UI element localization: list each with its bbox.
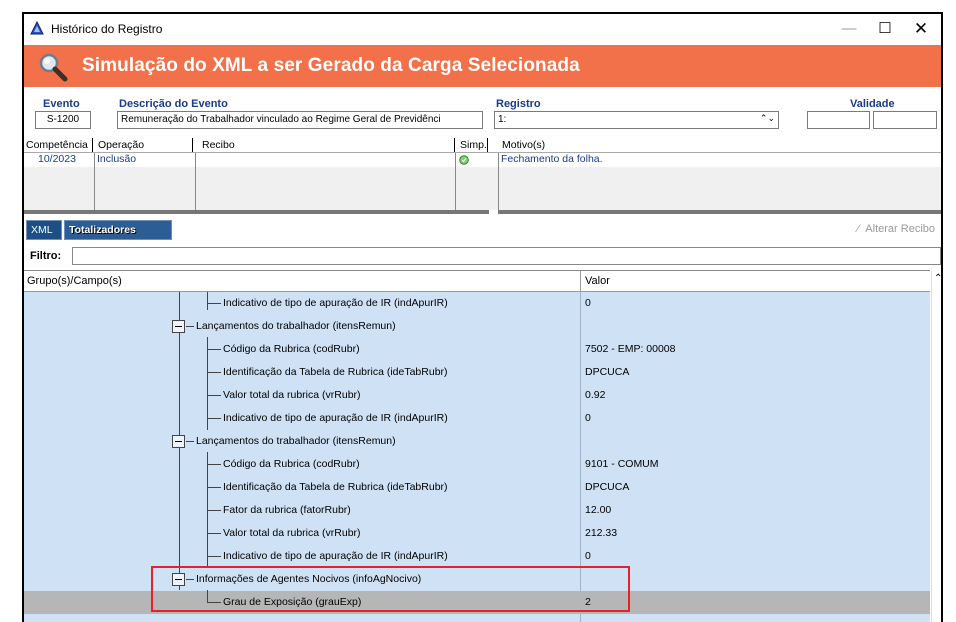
cell-operacao: Inclusão: [97, 153, 137, 165]
xml-tree: Grupo(s)/Campo(s) Valor Indicativo de ti…: [24, 270, 941, 622]
title-bar: Histórico do Registro — ☐ ✕: [24, 14, 941, 45]
tree-row[interactable]: Indicativo de tipo de apuração de IR (in…: [24, 407, 930, 430]
tree-row-label: Indicativo de tipo de apuração de IR (in…: [223, 550, 448, 562]
check-icon: [459, 155, 469, 165]
scroll-up-icon[interactable]: ⌃: [934, 273, 941, 284]
tree-row-value: 9101 - COMUM: [585, 458, 659, 470]
evento-field[interactable]: S-1200: [35, 111, 91, 129]
chevron-updown-icon: ⌃⌄: [759, 113, 775, 123]
descricao-field[interactable]: Remuneração do Trabalhador vinculado ao …: [117, 111, 483, 129]
validade-start-field[interactable]: [807, 111, 870, 129]
col-operacao[interactable]: Operação: [96, 138, 193, 152]
tree-row-value: 0: [585, 297, 591, 309]
registro-select[interactable]: 1: ⌃⌄: [494, 111, 779, 129]
history-grid-header: Competência Operação Recibo Simp. Motivo…: [24, 138, 941, 152]
tree-row-label: Código da Rubrica (codRubr): [223, 458, 360, 470]
registro-label: Registro: [496, 98, 541, 110]
tree-row-value: 7502 - EMP: 00008: [585, 343, 676, 355]
col-grupo-campo[interactable]: Grupo(s)/Campo(s): [27, 275, 122, 287]
tree-row-label: Grau de Exposição (grauExp): [223, 596, 362, 608]
tree-row[interactable]: Indicativo de tipo de apuração de IR (in…: [24, 545, 930, 568]
tree-row[interactable]: Código da Rubrica (codRubr) 9101 - COMUM: [24, 453, 930, 476]
tree-row[interactable]: Identificação da Tabela de Rubrica (ideT…: [24, 476, 930, 499]
horizontal-scrollbar-right[interactable]: [498, 210, 941, 214]
tree-row[interactable]: Valor total da rubrica (vrRubr) 212.33: [24, 522, 930, 545]
tree-row-value: 212.33: [585, 527, 618, 539]
collapse-icon[interactable]: [172, 573, 185, 586]
col-motivo[interactable]: Motivo(s): [500, 138, 941, 152]
window-title: Histórico do Registro: [51, 22, 163, 36]
tree-row[interactable]: Indicativo de tipo de apuração de IR (in…: [24, 292, 930, 315]
alterar-recibo-label: Alterar Recibo: [865, 223, 935, 235]
tree-row[interactable]: Identificação da Tabela de Rubrica (ideT…: [24, 361, 930, 384]
validade-label: Validade: [850, 98, 895, 110]
tree-row-label: Identificação da Tabela de Rubrica (ideT…: [223, 366, 448, 378]
history-window: Histórico do Registro — ☐ ✕ Simulação do…: [22, 12, 943, 622]
history-row[interactable]: [24, 153, 941, 167]
tree-row[interactable]: Lançamentos do trabalhador (itensRemun): [24, 315, 930, 338]
tree-row-label: Identificação da Tabela de Rubrica (ideT…: [223, 481, 448, 493]
tree-row-value: DPCUCA: [585, 366, 630, 378]
descricao-label: Descrição do Evento: [119, 98, 228, 110]
tree-header: Grupo(s)/Campo(s) Valor: [24, 271, 930, 292]
registro-value: 1:: [498, 114, 507, 125]
minimize-button[interactable]: —: [835, 18, 863, 40]
col-competencia[interactable]: Competência: [24, 138, 93, 152]
tree-row[interactable]: Código da Rubrica (codRubr) 7502 - EMP: …: [24, 338, 930, 361]
tree-row-label: Valor total da rubrica (vrRubr): [223, 527, 361, 539]
cell-competencia: 10/2023: [38, 153, 76, 165]
col-valor[interactable]: Valor: [585, 275, 610, 287]
tree-row-label: Informações de Agentes Nocivos (infoAgNo…: [196, 573, 422, 585]
tree-row-label: Valor total da rubrica (vrRubr): [223, 389, 361, 401]
filter-label: Filtro:: [30, 250, 62, 262]
tree-row-label: Lançamentos do trabalhador (itensRemun): [196, 320, 396, 332]
tree-row[interactable]: Fator da rubrica (fatorRubr) 12.00: [24, 499, 930, 522]
tree-row[interactable]: Lançamentos do trabalhador (itensRemun): [24, 430, 930, 453]
tab-totalizadores[interactable]: Totalizadores: [64, 220, 172, 240]
tree-row-label: Indicativo de tipo de apuração de IR (in…: [223, 297, 448, 309]
search-icon: [39, 53, 68, 82]
tree-row-selected[interactable]: Grau de Exposição (grauExp) 2: [24, 591, 930, 614]
tree-row-label: Indicativo de tipo de apuração de IR (in…: [223, 412, 448, 424]
banner-title: Simulação do XML a ser Gerado da Carga S…: [82, 55, 580, 76]
app-triangle-icon: [30, 21, 44, 35]
evento-label: Evento: [43, 98, 80, 110]
collapse-icon[interactable]: [172, 320, 185, 333]
cell-motivo: Fechamento da folha.: [501, 153, 603, 165]
header-banner: Simulação do XML a ser Gerado da Carga S…: [24, 45, 941, 87]
tree-row-value: 0: [585, 550, 591, 562]
alterar-recibo-button[interactable]: ⁄ Alterar Recibo: [857, 223, 935, 235]
tab-xml[interactable]: XML: [26, 220, 62, 240]
vertical-scrollbar[interactable]: ⌃: [931, 271, 941, 622]
filter-bar: Filtro:: [24, 246, 941, 266]
tree-row-value: DPCUCA: [585, 481, 630, 493]
tree-row-label: Código da Rubrica (codRubr): [223, 343, 360, 355]
filter-input[interactable]: [72, 247, 941, 265]
horizontal-scrollbar-left[interactable]: [24, 210, 489, 214]
col-recibo[interactable]: Recibo: [200, 138, 455, 152]
col-simp[interactable]: Simp.: [458, 138, 488, 152]
tree-row-value: 0.92: [585, 389, 606, 401]
validade-end-field[interactable]: [873, 111, 937, 129]
collapse-icon[interactable]: [172, 435, 185, 448]
tree-row-value: 0: [585, 412, 591, 424]
tree-row-value: 12.00: [585, 504, 612, 516]
tree-row-label: Fator da rubrica (fatorRubr): [223, 504, 351, 516]
close-button[interactable]: ✕: [907, 18, 935, 40]
tree-row[interactable]: Valor total da rubrica (vrRubr) 0.92: [24, 384, 930, 407]
tree-row-label: Lançamentos do trabalhador (itensRemun): [196, 435, 396, 447]
tree-row-value: 2: [585, 596, 591, 608]
tree-row[interactable]: Informações de Agentes Nocivos (infoAgNo…: [24, 568, 930, 591]
maximize-button[interactable]: ☐: [871, 18, 899, 40]
